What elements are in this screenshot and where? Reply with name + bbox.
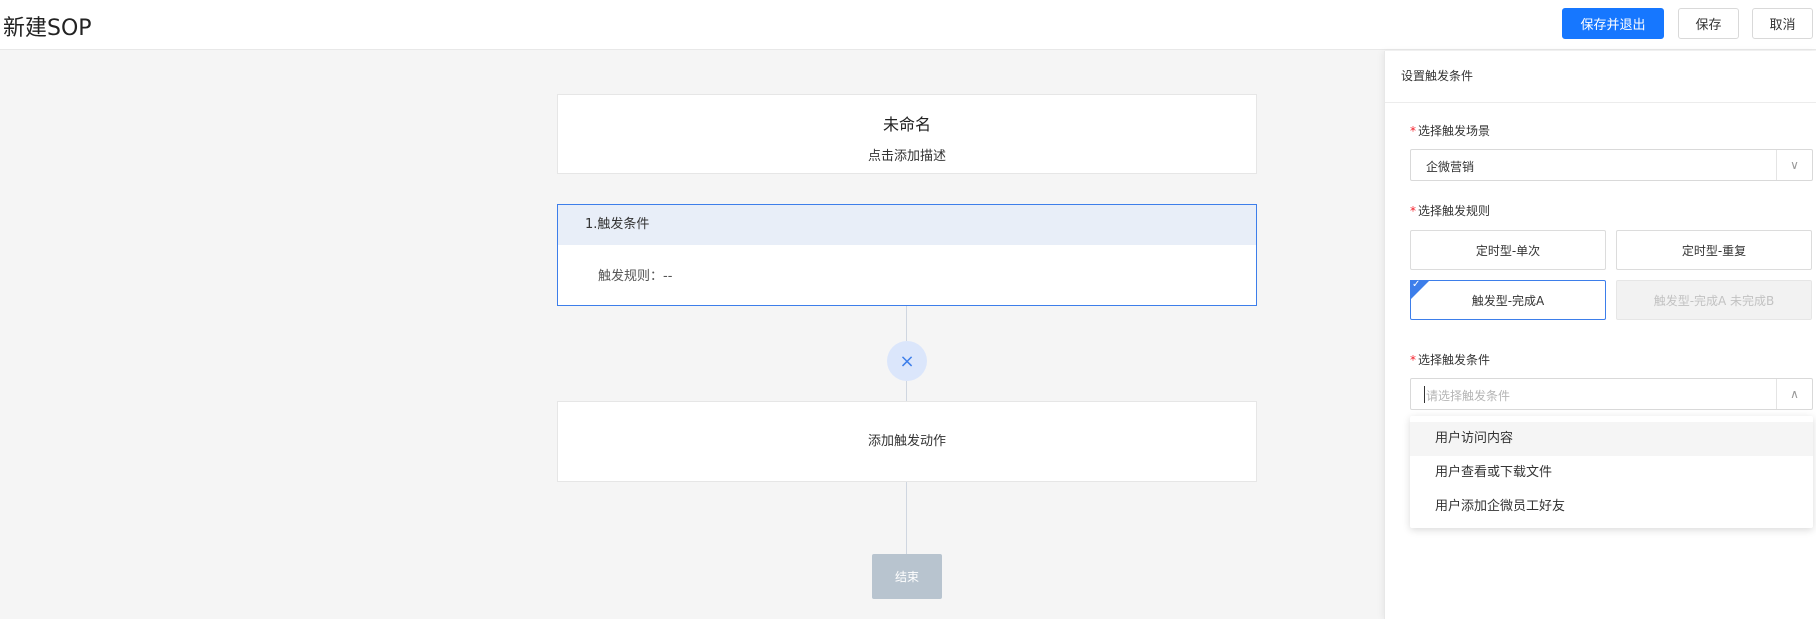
save-button[interactable]: 保存 [1678, 8, 1739, 39]
condition-select-placeholder: 请选择触发条件 [1426, 389, 1511, 403]
top-header: 新建SOP 保存并退出 保存 取消 [0, 0, 1816, 50]
end-node[interactable]: 结束 [872, 554, 942, 599]
connector-line [906, 482, 907, 554]
scene-select-value: 企微营销 [1426, 160, 1475, 174]
condition-dropdown: 用户访问内容 用户查看或下载文件 用户添加企微员工好友 [1410, 416, 1813, 528]
trigger-rule-value: -- [663, 269, 673, 284]
scene-label-text: 选择触发场景 [1418, 124, 1491, 138]
rule-option-trigger-complete-a-not-b[interactable]: 触发型-完成A 未完成B [1616, 280, 1812, 320]
page-title: 新建SOP [3, 16, 92, 41]
dropdown-option[interactable]: 用户查看或下载文件 [1410, 456, 1813, 490]
sop-name[interactable]: 未命名 [558, 111, 1256, 135]
condition-field-label: * 选择触发条件 [1410, 351, 1490, 368]
condition-select[interactable]: 请选择触发条件 ∧ [1410, 378, 1813, 410]
required-mark: * [1410, 353, 1416, 367]
connector-line [906, 306, 907, 341]
chevron-up-icon[interactable]: ∧ [1776, 379, 1812, 409]
rule-field-label: * 选择触发规则 [1410, 202, 1490, 219]
required-mark: * [1410, 204, 1416, 218]
trigger-card-header: 1.触发条件 [558, 205, 1256, 245]
dropdown-option[interactable]: 用户添加企微员工好友 [1410, 490, 1813, 524]
rule-option-timed-once[interactable]: 定时型-单次 [1410, 230, 1606, 270]
text-cursor [1424, 386, 1425, 403]
connector-line [906, 381, 907, 401]
trigger-rule-label: 触发规则： [598, 269, 664, 284]
check-icon: ✓ [1412, 279, 1421, 290]
trigger-condition-card[interactable]: 1.触发条件 触发规则：-- [557, 204, 1257, 306]
panel-divider [1385, 102, 1816, 103]
rule-label-text: 选择触发规则 [1418, 204, 1491, 218]
cancel-button[interactable]: 取消 [1752, 8, 1813, 39]
dropdown-option[interactable]: 用户访问内容 [1410, 422, 1813, 456]
rule-option-label: 触发型-完成A [1471, 293, 1545, 308]
sop-description[interactable]: 点击添加描述 [558, 145, 1256, 164]
panel-title: 设置触发条件 [1401, 69, 1474, 83]
add-action-card[interactable]: 添加触发动作 [557, 401, 1257, 482]
rule-option-timed-repeat[interactable]: 定时型-重复 [1616, 230, 1812, 270]
close-icon[interactable]: × [887, 341, 927, 381]
add-action-label: 添加触发动作 [867, 434, 946, 449]
chevron-down-icon[interactable]: ∨ [1776, 150, 1812, 180]
scene-field-label: * 选择触发场景 [1410, 122, 1490, 139]
condition-label-text: 选择触发条件 [1418, 353, 1491, 367]
trigger-rule-text: 触发规则：-- [558, 245, 1256, 284]
sop-title-card[interactable]: 未命名 点击添加描述 [557, 94, 1257, 174]
trigger-settings-panel: 设置触发条件 * 选择触发场景 企微营销 ∨ * 选择触发规则 定时型-单次 定时型… [1384, 51, 1816, 619]
scene-select[interactable]: 企微营销 ∨ [1410, 149, 1813, 181]
flow-canvas: 未命名 点击添加描述 1.触发条件 触发规则：-- × 添加触发动作 结束 [0, 51, 1384, 619]
required-mark: * [1410, 124, 1416, 138]
save-and-exit-button[interactable]: 保存并退出 [1562, 8, 1664, 39]
rule-option-trigger-complete-a[interactable]: ✓ 触发型-完成A [1410, 279, 1606, 320]
